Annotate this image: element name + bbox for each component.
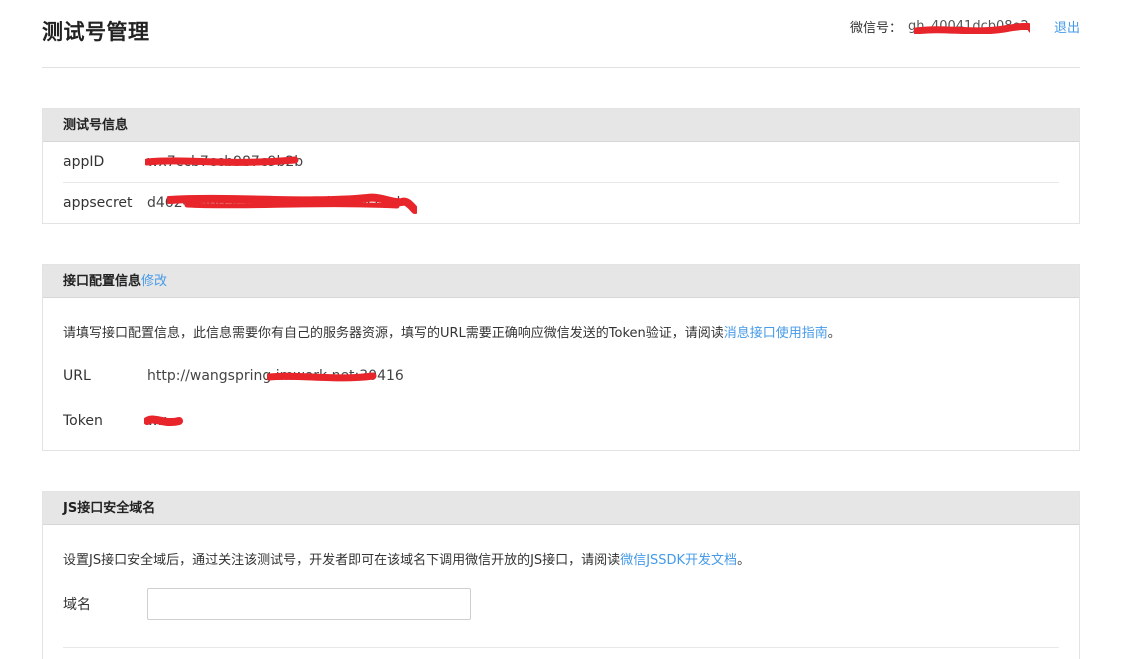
domain-row: 域名	[63, 587, 1059, 621]
description-text: 设置JS接口安全域后，通过关注该测试号，开发者即可在该域名下调用微信开放的JS接…	[63, 553, 621, 568]
description-end: 。	[827, 326, 841, 341]
page-title: 测试号管理	[42, 20, 150, 44]
appsecret-label: appsecret	[63, 195, 133, 211]
url-row: URL http://wangspring.imwork.net:30416	[63, 353, 1059, 398]
js-domain-panel: JS接口安全域名 设置JS接口安全域后，通过关注该测试号，开发者即可在该域名下调…	[42, 491, 1080, 659]
domain-label: 域名	[63, 597, 91, 613]
interface-config-panel-title: 接口配置信息修改	[43, 265, 1079, 298]
appsecret-row: appsecret d4624c36b3c7a0f7e8a12b9f0dcc4d	[63, 183, 1059, 223]
token-row: Token wx	[63, 398, 1059, 443]
interface-config-panel: 接口配置信息修改 请填写接口配置信息，此信息需要你有自己的服务器资源，填写的UR…	[42, 264, 1080, 451]
description-end: 。	[737, 553, 751, 568]
js-domain-description: 设置JS接口安全域后，通过关注该测试号，开发者即可在该域名下调用微信开放的JS接…	[63, 525, 1059, 587]
jssdk-doc-link[interactable]: 微信JSSDK开发文档	[620, 553, 737, 568]
domain-input[interactable]	[147, 588, 471, 620]
message-api-guide-link[interactable]: 消息接口使用指南	[724, 326, 828, 341]
url-value: http://wangspring.imwork.net:30416	[147, 368, 404, 384]
interface-config-description: 请填写接口配置信息，此信息需要你有自己的服务器资源，填写的URL需要正确响应微信…	[63, 298, 1059, 353]
token-value-text: wx	[147, 412, 167, 429]
interface-config-title: 接口配置信息	[63, 274, 142, 289]
account-id: gh_40041dcb08e2	[908, 19, 1030, 34]
token-label: Token	[63, 412, 103, 429]
test-account-panel-title: 测试号信息	[43, 109, 1079, 142]
appid-row: appID wx7ccb7ccb987c9b2b	[63, 142, 1059, 183]
description-text: 请填写接口配置信息，此信息需要你有自己的服务器资源，填写的URL需要正确响应微信…	[63, 326, 724, 341]
appid-value: wx7ccb7ccb987c9b2b	[145, 154, 304, 170]
appid-label: appID	[63, 154, 105, 170]
url-value-text: http://wangspring.imwork.net:30416	[147, 367, 404, 384]
test-account-panel: 测试号信息 appID wx7ccb7ccb987c9b2b appsecret…	[42, 108, 1080, 224]
token-value: wx	[144, 412, 183, 429]
account-info: 微信号： gh_40041dcb08e2 退出	[850, 17, 1080, 36]
account-id-value: gh_40041dcb08e2	[907, 19, 1029, 34]
edit-config-link[interactable]: 修改	[141, 274, 167, 289]
url-label: URL	[63, 367, 91, 384]
appid-value-text: wx7ccb7ccb987c9b2b	[147, 154, 304, 170]
divider	[63, 621, 1059, 648]
logout-link[interactable]: 退出	[1054, 17, 1080, 36]
page-header: 测试号管理 微信号： gh_40041dcb08e2 退出	[42, 0, 1080, 68]
appsecret-value-text: d4624c36b3c7a0f7e8a12b9f0dcc4d	[147, 195, 401, 211]
js-domain-panel-title: JS接口安全域名	[43, 492, 1079, 525]
account-label: 微信号：	[849, 21, 902, 36]
appsecret-value: d4624c36b3c7a0f7e8a12b9f0dcc4d	[147, 193, 417, 214]
